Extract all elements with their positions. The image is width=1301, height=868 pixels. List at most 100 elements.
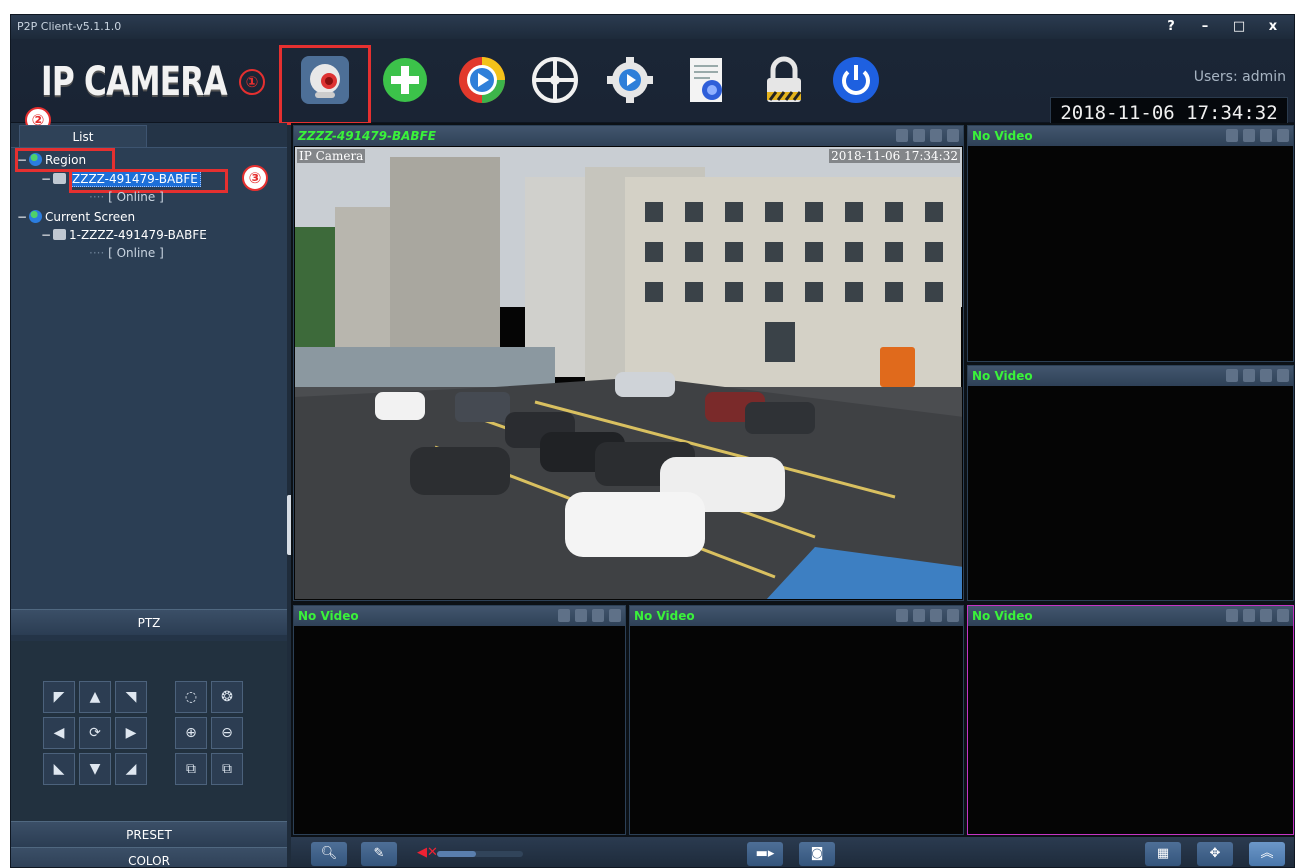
screen-device-status: ···· [ Online ] — [89, 246, 164, 260]
audio-icon[interactable] — [1243, 369, 1255, 382]
focus-near-button[interactable]: ⧉ — [175, 753, 207, 785]
audio-icon[interactable] — [1243, 129, 1255, 142]
screen-device-status-text: [ Online ] — [108, 246, 164, 260]
ptz-up-left-button[interactable]: ◤ — [43, 681, 75, 713]
device-tree: − Region − ZZZZ-491479-BABFE ③ ···· [ Onli… — [11, 147, 287, 609]
tree-node-current-screen[interactable]: − Current Screen — [17, 210, 135, 224]
power-button[interactable] — [829, 53, 883, 107]
video-pane-6[interactable]: No Video — [967, 605, 1294, 835]
playback-icon — [459, 57, 505, 103]
video-pane-2[interactable]: No Video — [967, 125, 1294, 362]
add-device-icon — [383, 58, 427, 102]
settings-button[interactable] — [603, 53, 657, 107]
ptz-icon[interactable] — [1226, 609, 1238, 622]
annotation-3: ③ — [242, 165, 268, 191]
audio-icon[interactable] — [575, 609, 587, 622]
ptz-toggle-button[interactable]: ✥ — [1197, 842, 1233, 866]
ptz-down-left-button[interactable]: ◣ — [43, 753, 75, 785]
video-pane-5[interactable]: No Video — [629, 605, 964, 835]
audio-icon[interactable] — [913, 609, 925, 622]
talk-button[interactable]: ✎ — [361, 842, 397, 866]
title-bar: P2P Client-v5.1.1.0 ? – □ x — [11, 15, 1294, 39]
focus-far-button[interactable]: ⧉ — [211, 753, 243, 785]
monitor-button[interactable] — [298, 53, 352, 107]
ptz-up-button[interactable]: ▲ — [79, 681, 111, 713]
ptz-left-button[interactable]: ◀ — [43, 717, 75, 749]
ptz-icon[interactable] — [896, 609, 908, 622]
record-icon[interactable] — [1260, 609, 1272, 622]
record-icon[interactable] — [592, 609, 604, 622]
pane-header: No Video — [968, 126, 1293, 146]
audio-icon[interactable] — [913, 129, 925, 142]
record-icon[interactable] — [1260, 129, 1272, 142]
ptz-icon[interactable] — [1226, 129, 1238, 142]
audio-icon[interactable] — [1243, 609, 1255, 622]
device-status: ···· [ Online ] — [89, 190, 164, 204]
pane-controls — [558, 609, 621, 622]
record-icon[interactable] — [1260, 369, 1272, 382]
pane-title: ZZZZ-491479-BABFE — [298, 129, 436, 143]
collapse-toggle[interactable]: − — [17, 210, 29, 224]
close-icon[interactable] — [1277, 609, 1289, 622]
color-section-header[interactable]: COLOR — [11, 847, 287, 867]
ptz-down-right-button[interactable]: ◢ — [115, 753, 147, 785]
playback-button[interactable] — [455, 53, 509, 107]
ptz-icon[interactable] — [896, 129, 908, 142]
grid-layout-button[interactable]: ▦ — [1145, 842, 1181, 866]
close-icon[interactable] — [609, 609, 621, 622]
video-pane-4[interactable]: No Video — [293, 605, 626, 835]
remote-config-icon — [532, 57, 578, 103]
video-pane-3[interactable]: No Video — [967, 365, 1294, 601]
grid-layout-icon: ▦ — [1156, 846, 1170, 861]
ptz-section-header[interactable]: PTZ — [11, 609, 287, 635]
preset-section-header[interactable]: PRESET — [11, 821, 287, 847]
record-icon[interactable] — [930, 129, 942, 142]
ptz-icon[interactable] — [1226, 369, 1238, 382]
app-window: P2P Client-v5.1.1.0 ? – □ x IP CAMERA ① — [10, 14, 1295, 868]
record-icon[interactable] — [930, 609, 942, 622]
add-device-button[interactable] — [378, 53, 432, 107]
bottom-control-bar: 🔍︎ ✎ ◀✕ ▬▸ ◙ ▦ ✥ ︽ — [291, 837, 1294, 867]
remote-config-button[interactable] — [528, 53, 582, 107]
close-icon[interactable] — [947, 609, 959, 622]
close-icon[interactable] — [947, 129, 959, 142]
ptz-control-pad: ◤ ▲ ◥ ◀ ⟳ ▶ ◣ ▼ ◢ ◌ ❂ ⊕ ⊖ ⧉ ⧉ — [11, 641, 287, 821]
zoom-out-button[interactable]: ⊖ — [211, 717, 243, 749]
ptz-icon[interactable] — [558, 609, 570, 622]
tree-node-screen-device[interactable]: − 1-ZZZZ-491479-BABFE — [41, 228, 207, 242]
help-button[interactable]: ? — [1156, 17, 1186, 37]
collapse-toggle[interactable]: − — [41, 172, 53, 186]
collapse-toggle[interactable]: − — [41, 228, 53, 242]
minimize-button[interactable]: – — [1190, 17, 1220, 37]
lock-button[interactable] — [757, 53, 811, 107]
speaker-mute-icon[interactable]: ◀✕ — [417, 845, 438, 860]
ptz-auto-button[interactable]: ⟳ — [79, 717, 111, 749]
search-button[interactable]: 🔍︎ — [311, 842, 347, 866]
close-icon[interactable] — [1277, 369, 1289, 382]
ptz-up-right-button[interactable]: ◥ — [115, 681, 147, 713]
record-icon: ▬▸ — [755, 846, 775, 861]
camera-icon — [53, 173, 66, 184]
log-button[interactable] — [679, 53, 733, 107]
snapshot-button[interactable]: ◙ — [799, 842, 835, 866]
record-button[interactable]: ▬▸ — [747, 842, 783, 866]
microphone-icon: ✎ — [373, 846, 385, 861]
pane-header: No Video — [630, 606, 963, 626]
collapse-button[interactable]: ︽ — [1249, 842, 1285, 866]
iris-open-button[interactable]: ❂ — [211, 681, 243, 713]
settings-icon — [607, 57, 653, 103]
ptz-down-button[interactable]: ▼ — [79, 753, 111, 785]
osd-timestamp: 2018-11-06 17:34:32 — [829, 149, 960, 163]
iris-close-button[interactable]: ◌ — [175, 681, 207, 713]
close-icon[interactable] — [1277, 129, 1289, 142]
video-grid: ZZZZ-491479-BABFE IP Camera 2018-11-06 1… — [291, 123, 1294, 837]
current-screen-label: Current Screen — [45, 210, 136, 224]
pane-title: No Video — [972, 129, 1033, 143]
ptz-right-button[interactable]: ▶ — [115, 717, 147, 749]
maximize-button[interactable]: □ — [1224, 17, 1254, 37]
tab-list[interactable]: List — [19, 125, 147, 147]
close-button[interactable]: x — [1258, 17, 1288, 37]
video-pane-1[interactable]: ZZZZ-491479-BABFE IP Camera 2018-11-06 1… — [293, 125, 964, 601]
zoom-in-button[interactable]: ⊕ — [175, 717, 207, 749]
volume-slider[interactable] — [437, 851, 523, 857]
